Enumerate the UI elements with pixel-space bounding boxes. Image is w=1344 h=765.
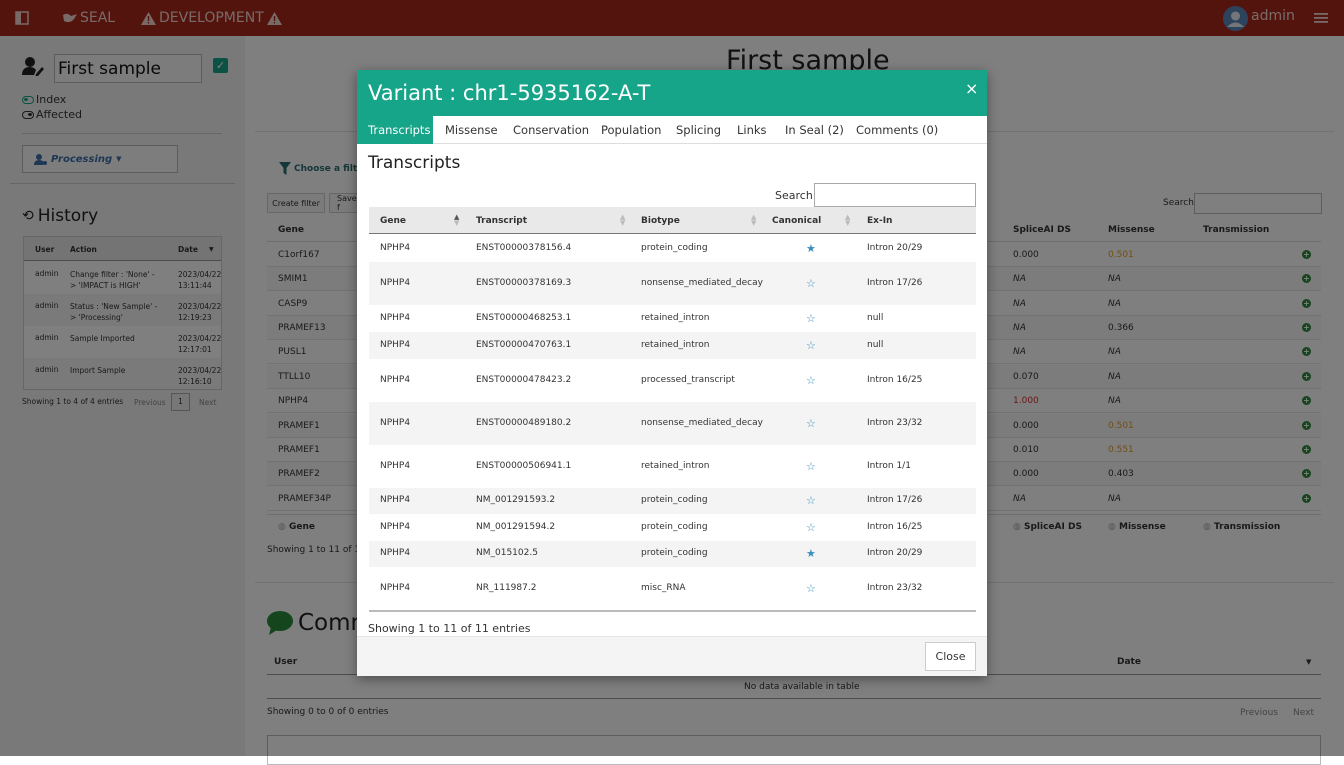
transcript-gene: NPHP4 bbox=[380, 418, 411, 428]
transcript-exin: Intron 20/29 bbox=[867, 548, 923, 558]
transcript-id: NM_001291593.2 bbox=[476, 495, 556, 505]
star-outline-icon: ☆ bbox=[806, 521, 816, 534]
transcript-biotype: retained_intron bbox=[641, 313, 710, 323]
transcript-gene: NPHP4 bbox=[380, 495, 411, 505]
transcript-biotype: nonsense_mediated_decay bbox=[641, 278, 763, 288]
section-title: Transcripts bbox=[368, 153, 461, 173]
star-filled-icon: ★ bbox=[806, 547, 816, 560]
col-gene[interactable]: Gene bbox=[380, 216, 406, 226]
modal-footer bbox=[357, 636, 987, 676]
transcript-gene: NPHP4 bbox=[380, 313, 411, 323]
col-exin[interactable]: Ex-In bbox=[867, 216, 892, 226]
transcript-row[interactable]: NPHP4 ENST00000506941.1 retained_intron Int… bbox=[369, 445, 976, 488]
transcript-gene: NPHP4 bbox=[380, 243, 411, 253]
close-button[interactable]: Close bbox=[925, 642, 976, 671]
transcript-exin: Intron 20/29 bbox=[867, 243, 923, 253]
transcript-exin: null bbox=[867, 340, 884, 350]
transcript-gene: NPHP4 bbox=[380, 461, 411, 471]
transcript-row[interactable]: NPHP4 ENST00000470763.1 retained_intron nul… bbox=[369, 332, 976, 359]
star-filled-icon: ★ bbox=[806, 242, 816, 255]
transcript-row[interactable]: NPHP4 NM_001291593.2 protein_coding Intron … bbox=[369, 488, 976, 514]
transcript-row[interactable]: NPHP4 ENST00000378156.4 protein_coding Intr… bbox=[369, 235, 976, 262]
transcripts-info: Showing 1 to 11 of 11 entries bbox=[368, 622, 531, 635]
transcript-id: NR_111987.2 bbox=[476, 583, 537, 593]
transcript-gene: NPHP4 bbox=[380, 548, 411, 558]
variant-modal: Variant : chr1-5935162-A-T × Transcripts… bbox=[357, 70, 987, 676]
transcript-exin: Intron 16/25 bbox=[867, 375, 923, 385]
sort-icon: ▲ ▼ bbox=[751, 213, 757, 227]
transcript-id: ENST00000378156.4 bbox=[476, 243, 572, 253]
transcripts-header: Gene ▲ ▼ Transcript ▲ ▼ Biotype ▲ ▼ Canonic… bbox=[369, 207, 976, 234]
transcripts-search-label: Search: bbox=[775, 189, 817, 202]
tab-transcripts[interactable]: Transcripts bbox=[357, 116, 433, 144]
transcript-biotype: protein_coding bbox=[641, 548, 708, 558]
modal-tabs: Transcripts Missense Conservation Popula… bbox=[357, 116, 987, 144]
transcript-biotype: processed_transcript bbox=[641, 375, 735, 385]
transcript-gene: NPHP4 bbox=[380, 375, 411, 385]
transcript-biotype: protein_coding bbox=[641, 495, 708, 505]
transcript-row[interactable]: NPHP4 NR_111987.2 misc_RNA Intron 23/32 ☆ bbox=[369, 567, 976, 610]
transcript-row[interactable]: NPHP4 ENST00000489180.2 nonsense_mediated_… bbox=[369, 402, 976, 445]
col-canonical[interactable]: Canonical bbox=[772, 216, 821, 226]
transcript-id: NM_001291594.2 bbox=[476, 522, 556, 532]
transcript-gene: NPHP4 bbox=[380, 340, 411, 350]
star-outline-icon: ☆ bbox=[806, 277, 816, 290]
transcript-row[interactable]: NPHP4 NM_015102.5 protein_coding Intron 20/… bbox=[369, 541, 976, 567]
transcript-id: ENST00000489180.2 bbox=[476, 418, 572, 428]
transcript-exin: Intron 16/25 bbox=[867, 522, 923, 532]
transcript-gene: NPHP4 bbox=[380, 278, 411, 288]
transcript-exin: null bbox=[867, 313, 884, 323]
star-outline-icon: ☆ bbox=[806, 312, 816, 325]
transcript-id: ENST00000378169.3 bbox=[476, 278, 572, 288]
col-transcript[interactable]: Transcript bbox=[476, 216, 527, 226]
tab-population[interactable]: Population bbox=[590, 116, 672, 144]
transcript-id: ENST00000506941.1 bbox=[476, 461, 572, 471]
transcript-gene: NPHP4 bbox=[380, 583, 411, 593]
transcript-row[interactable]: NPHP4 ENST00000468253.1 retained_intron nul… bbox=[369, 305, 976, 332]
transcript-exin: Intron 17/26 bbox=[867, 278, 923, 288]
transcript-biotype: retained_intron bbox=[641, 340, 710, 350]
tab-missense[interactable]: Missense bbox=[434, 116, 509, 144]
transcript-row[interactable]: NPHP4 ENST00000478423.2 processed_transcri… bbox=[369, 359, 976, 402]
sort-icon: ▲ ▼ bbox=[845, 213, 851, 227]
transcript-id: ENST00000470763.1 bbox=[476, 340, 572, 350]
tab-splicing[interactable]: Splicing bbox=[665, 116, 732, 144]
transcript-gene: NPHP4 bbox=[380, 522, 411, 532]
close-icon[interactable]: × bbox=[965, 79, 978, 98]
star-outline-icon: ☆ bbox=[806, 374, 816, 387]
tab-links[interactable]: Links bbox=[726, 116, 778, 144]
tab-conservation[interactable]: Conservation bbox=[502, 116, 600, 144]
transcript-row[interactable]: NPHP4 NM_001291594.2 protein_coding Intron … bbox=[369, 514, 976, 541]
star-outline-icon: ☆ bbox=[806, 494, 816, 507]
star-outline-icon: ☆ bbox=[806, 417, 816, 430]
transcript-biotype: misc_RNA bbox=[641, 583, 686, 593]
transcript-biotype: nonsense_mediated_decay bbox=[641, 418, 763, 428]
transcript-exin: Intron 23/32 bbox=[867, 583, 923, 593]
transcript-id: ENST00000478423.2 bbox=[476, 375, 572, 385]
tab-in-seal[interactable]: In Seal (2) bbox=[774, 116, 855, 144]
star-outline-icon: ☆ bbox=[806, 339, 816, 352]
transcript-biotype: protein_coding bbox=[641, 243, 708, 253]
divider bbox=[369, 610, 976, 612]
sort-asc-icon: ▲ ▼ bbox=[454, 213, 460, 227]
transcript-id: ENST00000468253.1 bbox=[476, 313, 572, 323]
modal-header: Variant : chr1-5935162-A-T × bbox=[357, 70, 987, 116]
transcript-exin: Intron 1/1 bbox=[867, 461, 911, 471]
transcript-biotype: protein_coding bbox=[641, 522, 708, 532]
transcript-exin: Intron 23/32 bbox=[867, 418, 923, 428]
col-biotype[interactable]: Biotype bbox=[641, 216, 680, 226]
transcript-row[interactable]: NPHP4 ENST00000378169.3 nonsense_mediated_… bbox=[369, 262, 976, 305]
modal-title: Variant : chr1-5935162-A-T bbox=[368, 81, 651, 105]
transcript-exin: Intron 17/26 bbox=[867, 495, 923, 505]
star-outline-icon: ☆ bbox=[806, 582, 816, 595]
sort-icon: ▲ ▼ bbox=[620, 213, 626, 227]
transcripts-search-input[interactable] bbox=[814, 183, 976, 207]
star-outline-icon: ☆ bbox=[806, 460, 816, 473]
transcript-id: NM_015102.5 bbox=[476, 548, 538, 558]
transcript-biotype: retained_intron bbox=[641, 461, 710, 471]
tab-comments[interactable]: Comments (0) bbox=[845, 116, 949, 144]
